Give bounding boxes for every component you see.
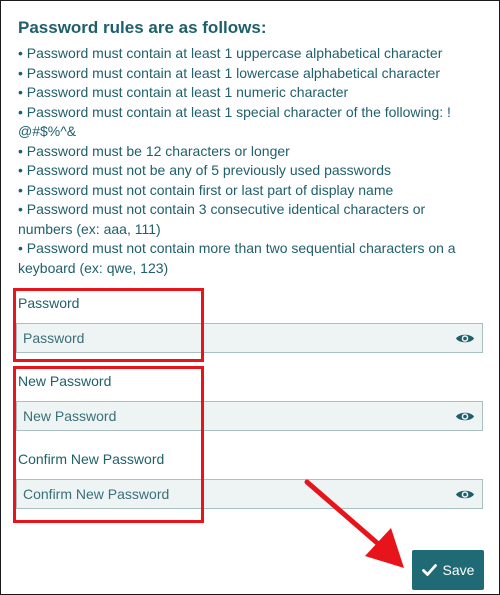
eye-icon[interactable] [454,487,476,501]
save-label: Save [442,562,475,578]
confirm-password-input[interactable] [23,486,454,502]
rule-item: • Password must be 12 characters or long… [18,142,290,159]
new-password-field[interactable] [16,401,483,431]
rule-item: • Password must not contain 3 consecutiv… [18,201,426,237]
new-password-input[interactable] [23,408,454,424]
rule-item: • Password must contain at least 1 upper… [18,45,443,61]
password-input[interactable] [23,330,454,346]
save-button[interactable]: Save [412,550,484,590]
eye-icon[interactable] [454,409,476,423]
rule-item: • Password must not be any of 5 previous… [18,162,391,178]
check-icon [421,564,437,576]
rule-item: • Password must contain at least 1 lower… [18,64,441,81]
password-label: Password [18,295,80,311]
eye-icon[interactable] [454,331,476,345]
password-field[interactable] [16,323,483,353]
new-password-label: New Password [18,373,112,389]
password-change-panel: Password rules are as follows: • Passwor… [0,0,500,595]
rule-item: • Password must contain at least 1 speci… [18,103,451,140]
rule-item: • Password must contain at least 1 numer… [18,84,349,100]
rule-item: • Password must not contain more than tw… [18,240,456,276]
confirm-password-field[interactable] [16,479,483,509]
confirm-password-label: Confirm New Password [18,451,165,467]
rule-item: • Password must not contain first or las… [18,181,394,198]
rules-list: • Password must contain at least 1 upper… [18,44,478,278]
rules-title: Password rules are as follows: [18,18,267,37]
